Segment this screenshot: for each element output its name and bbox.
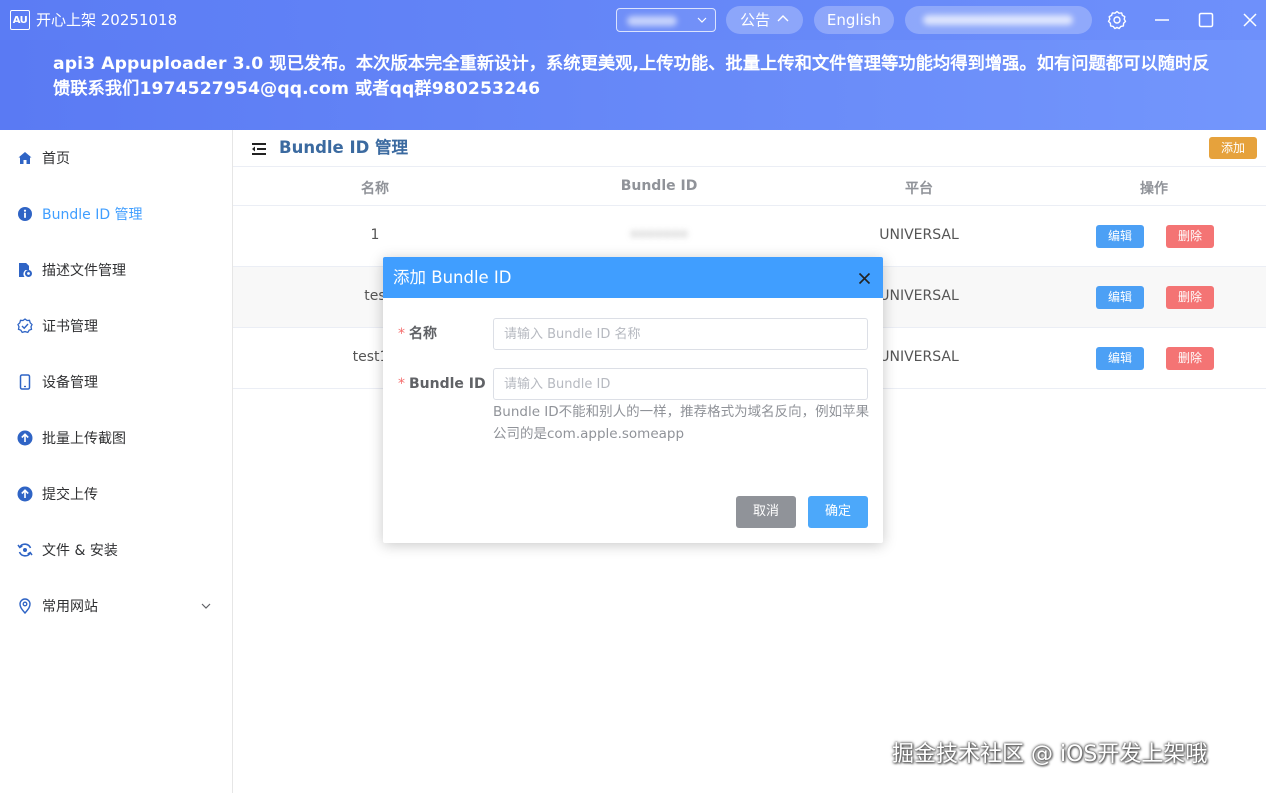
bundle-id-input[interactable] [493,368,868,400]
required-mark: * [398,376,405,392]
sidebar-item-home[interactable]: 首页 [0,130,232,186]
redacted-value [627,16,677,26]
edit-button[interactable]: 编辑 [1096,347,1144,370]
bundle-id-label-text: Bundle ID [409,376,486,392]
close-icon[interactable] [1240,10,1260,30]
gear-icon[interactable] [1107,10,1127,30]
confirm-button[interactable]: 确定 [808,496,868,528]
cancel-button[interactable]: 取消 [736,496,796,528]
sidebar-item-label: 文件 & 安装 [42,543,118,559]
info-icon [18,207,32,221]
sidebar-item-batch-screenshots[interactable]: 批量上传截图 [0,410,232,466]
file-gear-icon [19,263,32,277]
redacted-account [923,15,1073,25]
sidebar-item-files-install[interactable]: 文件 & 安装 [0,522,232,578]
delete-button[interactable]: 删除 [1166,347,1214,370]
edit-button[interactable]: 编辑 [1096,286,1144,309]
language-button[interactable]: English [814,6,894,34]
cell-platform: UNIVERSAL [879,349,959,365]
sidebar-item-label: 批量上传截图 [42,431,126,447]
sidebar-item-certificates[interactable]: 证书管理 [0,298,232,354]
sidebar-item-label: 设备管理 [42,375,98,391]
sidebar-item-label: 常用网站 [42,599,98,615]
app-logo: AU [10,10,30,30]
sidebar-item-bundle-id[interactable]: Bundle ID 管理 [0,186,232,242]
cell-bundle-id: ••••••• [630,227,688,243]
announcement-banner: api3 Appuploader 3.0 现已发布。本次版本完全重新设计，系统更… [0,40,1266,130]
bundle-id-label: * Bundle ID [398,374,486,394]
chevron-up-icon [777,15,789,22]
minimize-icon[interactable] [1152,10,1172,30]
notice-label: 公告 [740,11,771,29]
notice-button[interactable]: 公告 [726,6,803,34]
sidebar-item-label: 提交上传 [42,487,98,503]
badge-check-icon [17,318,33,334]
phone-icon [19,374,31,390]
page-title: Bundle ID 管理 [279,138,409,157]
menu-fold-icon[interactable] [250,140,268,158]
name-input[interactable] [493,318,868,350]
chevron-down-icon [201,603,211,609]
column-header-actions: 操作 [1140,181,1168,197]
edit-button[interactable]: 编辑 [1096,225,1144,248]
column-header-name: 名称 [361,181,389,197]
sidebar-item-websites[interactable]: 常用网站 [0,578,232,634]
table-header: 名称 Bundle ID 平台 操作 [233,166,1266,206]
home-icon [18,152,32,164]
upload-icon [17,430,33,446]
sidebar-item-devices[interactable]: 设备管理 [0,354,232,410]
bundle-id-help: Bundle ID不能和别人的一样，推荐格式为域名反向，例如苹果公司的是com.… [493,404,870,442]
sidebar-item-label: 首页 [42,151,70,167]
cell-name: 1 [370,227,380,243]
cell-platform: UNIVERSAL [879,227,959,243]
column-header-platform: 平台 [905,181,933,197]
delete-button[interactable]: 删除 [1166,286,1214,309]
name-label: * 名称 [398,324,437,344]
delete-button[interactable]: 删除 [1166,225,1214,248]
maximize-icon[interactable] [1196,10,1216,30]
sidebar-item-submit-upload[interactable]: 提交上传 [0,466,232,522]
app-title: 开心上架 20251018 [36,11,178,29]
name-label-text: 名称 [409,326,437,342]
location-icon [19,598,31,614]
required-mark: * [398,326,405,342]
sidebar-item-label: 描述文件管理 [42,263,126,279]
sidebar-item-label: Bundle ID 管理 [42,207,143,223]
dialog-title: 添加 Bundle ID [393,268,512,287]
account-button[interactable] [905,6,1092,34]
cell-platform: UNIVERSAL [879,288,959,304]
column-header-bundle-id: Bundle ID [620,178,698,194]
sidebar-item-label: 证书管理 [42,319,98,335]
watermark: 掘金技术社区 @ iOS开发上架哦 [892,742,1208,767]
chevron-down-icon [697,17,707,23]
add-bundle-id-dialog: 添加 Bundle ID *名称 *Bundle ID Bundle ID不能和… [383,257,883,543]
add-button[interactable]: 添加 [1209,137,1257,159]
sidebar: 首页 Bundle ID 管理 描述文件管理 证书管理 设备管理 批量上传截图 … [0,130,233,793]
team-select[interactable] [616,8,716,32]
sync-icon [17,543,33,557]
sidebar-item-profiles[interactable]: 描述文件管理 [0,242,232,298]
close-icon[interactable] [858,272,871,285]
upload-icon [17,486,33,502]
announcement-text: api3 Appuploader 3.0 现已发布。本次版本完全重新设计，系统更… [53,54,1210,99]
title-bar: AU 开心上架 20251018 公告 English [0,0,1266,40]
dialog-header: 添加 Bundle ID [383,257,883,298]
